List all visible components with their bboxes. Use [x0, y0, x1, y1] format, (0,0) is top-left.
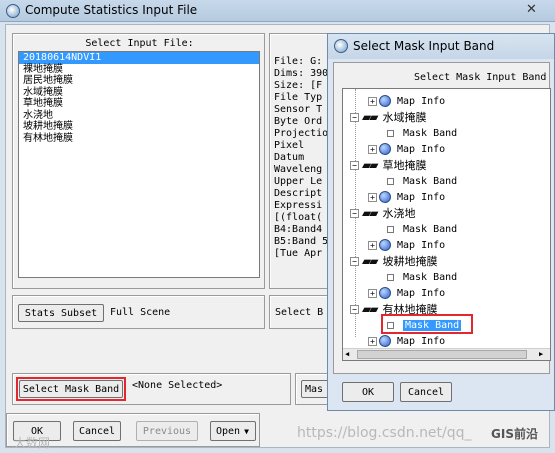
scroll-right-icon[interactable]: ▶ — [539, 350, 543, 358]
mask-selection-value: <None Selected> — [132, 380, 223, 391]
tree-item-label: Map Info — [397, 335, 446, 347]
collapse-icon[interactable]: − — [350, 208, 359, 218]
main-title-bar[interactable]: Compute Statistics Input File ✕ — [0, 0, 555, 22]
tree-item-label: Map Info — [397, 239, 446, 251]
tree-item-map-info[interactable]: + Map Info — [368, 93, 445, 109]
tree-item-file[interactable]: − ▰▰ 坡耕地掩膜 — [350, 253, 437, 269]
tree-item-label: Mask Band — [403, 175, 458, 187]
tree-item-file[interactable]: − ▰▰ 水浇地 — [350, 205, 415, 221]
dialog-cancel-button[interactable]: Cancel — [400, 382, 452, 402]
main-window-title: Compute Statistics Input File — [25, 3, 198, 17]
list-item[interactable]: 草地掩膜 — [19, 98, 259, 110]
list-item[interactable]: 水域掩膜 — [19, 87, 259, 99]
mask-dialog-body: Select Mask Input Band + Map Info − ▰▰ 水… — [333, 62, 551, 374]
select-by-label: Select B — [275, 307, 324, 318]
scrollbar-thumb[interactable] — [357, 350, 527, 359]
band-square-icon — [387, 129, 394, 137]
mask-band-panel: Select Mask Band <None Selected> — [12, 373, 291, 405]
select-input-label: Select Input File: — [85, 38, 194, 49]
close-icon[interactable]: ✕ — [526, 2, 537, 17]
collapse-icon[interactable]: − — [350, 160, 359, 170]
previous-button[interactable]: Previous — [136, 421, 198, 441]
band-square-icon — [387, 273, 394, 281]
tree-item-label: Map Info — [397, 143, 446, 155]
tree-item-map-info[interactable]: + Map Info — [368, 333, 445, 349]
tree-item-map-info[interactable]: + Map Info — [368, 141, 445, 157]
stats-subset-value: Full Scene — [110, 307, 171, 318]
open-button-label: Open — [216, 425, 241, 437]
expand-icon[interactable]: + — [368, 240, 377, 250]
list-item[interactable]: 水浇地 — [19, 110, 259, 122]
globe-icon — [379, 143, 391, 155]
watermark-left: 大数网 — [14, 436, 51, 450]
tree-item-band[interactable]: Mask Band — [387, 221, 457, 237]
collapse-icon[interactable]: − — [350, 304, 359, 314]
input-file-list[interactable]: 20180614NDVI1 裸地掩膜 居民地掩膜 水域掩膜 草地掩膜 水浇地 坡… — [18, 51, 260, 278]
envi-globe-icon — [334, 39, 348, 53]
cancel-button[interactable]: Cancel — [73, 421, 121, 441]
scroll-left-icon[interactable]: ◀ — [345, 350, 349, 358]
mask-glasses-icon: ▰▰ — [362, 110, 379, 124]
red-annotation-box — [16, 377, 126, 401]
list-item[interactable]: 20180614NDVI1 — [19, 52, 259, 64]
mask-dialog: Select Mask Input Band Select Mask Input… — [327, 33, 555, 411]
band-square-icon — [387, 225, 394, 233]
tree-item-map-info[interactable]: + Map Info — [368, 285, 445, 301]
list-item[interactable]: 坡耕地掩膜 — [19, 121, 259, 133]
expand-icon[interactable]: + — [368, 288, 377, 298]
mask-glasses-icon: ▰▰ — [362, 302, 379, 316]
chevron-down-icon: ▼ — [244, 426, 249, 436]
globe-icon — [379, 335, 391, 347]
tree-item-label: 坡耕地掩膜 — [382, 255, 438, 268]
globe-icon — [379, 95, 391, 107]
tree-item-label: Mask Band — [403, 271, 458, 283]
collapse-icon[interactable]: − — [350, 112, 359, 122]
mask-band-tree[interactable]: + Map Info − ▰▰ 水域掩膜 Mask Band + Map Inf… — [342, 88, 551, 361]
dialog-ok-button[interactable]: OK — [342, 382, 394, 402]
mask-dialog-title: Select Mask Input Band — [353, 39, 495, 53]
tree-item-band[interactable]: Mask Band — [387, 269, 457, 285]
expand-icon[interactable]: + — [368, 192, 377, 202]
tree-item-label: 水域掩膜 — [382, 111, 427, 124]
globe-icon — [379, 239, 391, 251]
stats-subset-button[interactable]: Stats Subset — [18, 304, 104, 322]
select-input-panel: Select Input File: 20180614NDVI1 裸地掩膜 居民… — [12, 33, 265, 289]
mask-dialog-header: Select Mask Input Band — [414, 72, 547, 83]
tree-item-map-info[interactable]: + Map Info — [368, 237, 445, 253]
tree-item-label: Mask Band — [403, 223, 458, 235]
tree-item-file[interactable]: − ▰▰ 水域掩膜 — [350, 109, 426, 125]
tree-item-label: 水浇地 — [382, 207, 416, 220]
tree-item-file[interactable]: − ▰▰ 草地掩膜 — [350, 157, 426, 173]
tree-horizontal-scrollbar[interactable]: ◀ ▶ — [343, 348, 550, 360]
envi-globe-icon — [6, 4, 20, 18]
expand-icon[interactable]: + — [368, 144, 377, 154]
open-button[interactable]: Open ▼ — [210, 421, 256, 441]
list-item[interactable]: 居民地掩膜 — [19, 75, 259, 87]
tree-item-map-info[interactable]: + Map Info — [368, 189, 445, 205]
expand-icon[interactable]: + — [368, 336, 377, 346]
mask-glasses-icon: ▰▰ — [362, 254, 379, 268]
tree-item-band[interactable]: Mask Band — [387, 125, 457, 141]
mask-glasses-icon: ▰▰ — [362, 158, 379, 172]
mask-glasses-icon: ▰▰ — [362, 206, 379, 220]
expand-icon[interactable]: + — [368, 96, 377, 106]
watermark-brand: GIS前沿 — [491, 427, 538, 441]
stats-subset-panel: Stats Subset Full Scene — [12, 295, 265, 329]
band-square-icon — [387, 177, 394, 185]
tree-item-label: Map Info — [397, 95, 446, 107]
tree-item-label: Map Info — [397, 287, 446, 299]
list-item[interactable]: 有林地掩膜 — [19, 133, 259, 145]
red-annotation-box — [381, 314, 473, 334]
tree-item-band[interactable]: Mask Band — [387, 173, 457, 189]
list-item[interactable]: 裸地掩膜 — [19, 64, 259, 76]
globe-icon — [379, 191, 391, 203]
globe-icon — [379, 287, 391, 299]
tree-item-label: 草地掩膜 — [382, 159, 427, 172]
collapse-icon[interactable]: − — [350, 256, 359, 266]
tree-item-label: Mask Band — [403, 127, 458, 139]
mask-dialog-title-bar[interactable]: Select Mask Input Band — [328, 34, 554, 59]
tree-item-label: Map Info — [397, 191, 446, 203]
watermark-url: https://blog.csdn.net/qq_ — [297, 425, 472, 441]
